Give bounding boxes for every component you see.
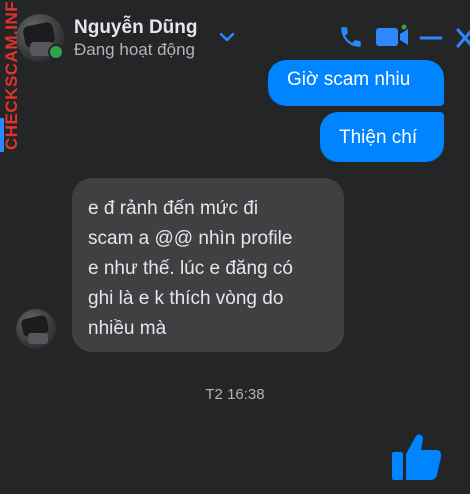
contact-name[interactable]: Nguyễn Dũng (74, 17, 198, 39)
message-line: scam a @@ nhìn profile (88, 228, 293, 249)
close-icon[interactable] (454, 26, 470, 50)
active-status: Đang hoạt động (74, 40, 195, 59)
minimize-icon[interactable] (418, 26, 444, 50)
message-text: Giờ scam nhiu (287, 69, 411, 90)
incoming-message[interactable]: e đ rảnh đến mức đi scam a @@ nhìn profi… (72, 178, 344, 352)
message-line: nhiều mà (88, 318, 167, 339)
video-icon[interactable] (374, 24, 410, 50)
online-status-dot (48, 44, 64, 60)
message-timestamp: T2 16:38 (205, 386, 265, 403)
chevron-down-icon[interactable] (218, 30, 236, 44)
sender-avatar[interactable] (16, 309, 56, 349)
outgoing-message[interactable]: Thiện chí (320, 112, 444, 162)
message-line: e đ rảnh đến mức đi (88, 198, 259, 219)
outgoing-message[interactable]: Giờ scam nhiu (268, 60, 444, 106)
message-line: ghi là e k thích vòng do (88, 288, 284, 309)
scrollbar[interactable] (466, 76, 470, 494)
thumbs-up-icon[interactable] (390, 430, 444, 484)
phone-icon[interactable] (338, 24, 364, 50)
messenger-chat-window: Nguyễn Dũng Đang hoạt động CHECKSCAM.INF… (0, 0, 470, 494)
message-text: Thiện chí (339, 126, 418, 148)
message-line: e như thế. lúc e đăng có (88, 258, 293, 279)
watermark-text: CHECKSCAM.INFO (2, 0, 21, 150)
left-edge-indicator (0, 118, 4, 152)
